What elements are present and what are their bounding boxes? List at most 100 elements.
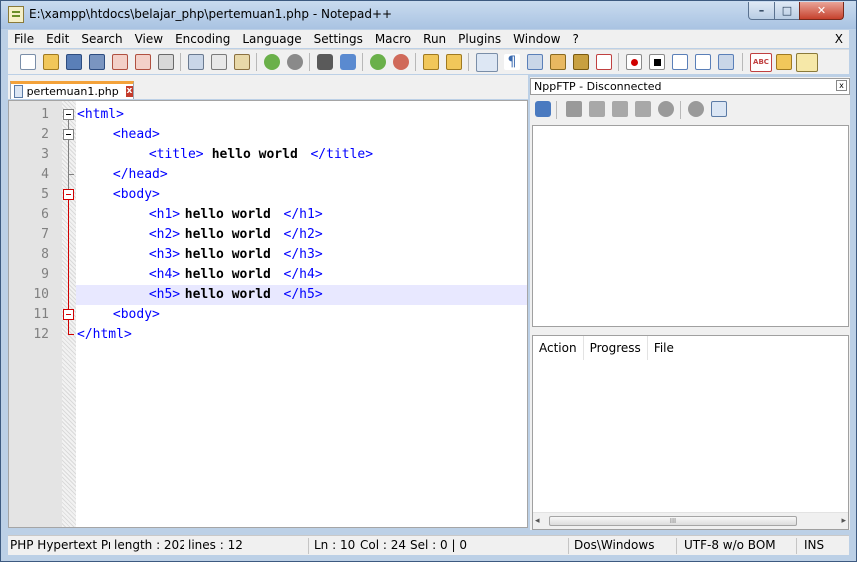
record-macro-icon[interactable] [626,54,642,70]
doc-map-icon[interactable] [573,54,589,70]
menu-edit[interactable]: Edit [40,30,75,48]
menu-file[interactable]: File [8,30,40,48]
menu-view[interactable]: View [129,30,169,48]
zoom-in-icon[interactable] [370,54,386,70]
code-line[interactable]: 7 <h2> hello world </h2> [41,225,527,245]
menu-encoding[interactable]: Encoding [169,30,236,48]
code-line[interactable]: 3 <title> hello world </title> [41,145,527,165]
tab-label: pertemuan1.php [26,85,119,98]
folder-workspace-icon[interactable] [776,54,792,70]
menu-macro[interactable]: Macro [369,30,417,48]
paste-icon[interactable] [234,54,250,70]
save-macro-icon[interactable] [718,54,734,70]
tab-close-icon[interactable]: x [125,86,133,97]
refresh-icon[interactable] [635,101,651,117]
menu-window[interactable]: Window [507,30,566,48]
open-tag: <html> [77,107,124,122]
document-tab-bar: pertemuan1.php x [8,75,528,99]
scroll-right-icon[interactable]: ▸ [841,516,846,526]
queue-col-progress[interactable]: Progress [584,336,648,360]
code-editor[interactable]: 1 <html> 2 <head> 3 <title> hello world </title… [8,100,528,528]
title-bar[interactable]: E:\xampp\htdocs\belajar_php\pertemuan1.p… [1,1,856,29]
open-tag: <head> [112,127,160,142]
queue-col-file[interactable]: File [648,336,680,360]
fold-toggle-icon[interactable] [63,309,74,320]
replace-icon[interactable] [340,54,356,70]
sync-horizontal-icon[interactable] [446,54,462,70]
maximize-button[interactable]: □ [774,2,800,20]
fold-end-active [68,334,74,335]
code-line[interactable]: 9 <h4> hello world </h4> [41,265,527,285]
code-line[interactable]: 12 </html> [33,325,527,345]
code-line[interactable]: 1 <html> [41,105,527,125]
fold-toggle-icon[interactable] [63,109,74,120]
fold-toggle-icon[interactable] [63,189,74,200]
upload-icon[interactable] [612,101,628,117]
zoom-out-icon[interactable] [393,54,409,70]
close-window-button[interactable]: ✕ [799,2,844,20]
close-tag: </h1> [283,207,323,222]
close-icon[interactable] [112,54,128,70]
show-all-chars-icon[interactable]: ¶ [504,54,520,70]
nppftp-toolbar [530,96,850,122]
find-icon[interactable] [317,54,333,70]
text-content: hello world [184,267,271,282]
word-wrap-icon[interactable] [476,53,498,72]
redo-icon[interactable] [287,54,303,70]
code-line[interactable]: 10 <h5> hello world </h5> [33,285,527,305]
menu-run[interactable]: Run [417,30,452,48]
function-list-icon[interactable] [596,54,612,70]
download-icon[interactable] [589,101,605,117]
user-language-icon[interactable] [550,54,566,70]
save-icon[interactable] [66,54,82,70]
scroll-thumb[interactable]: III [549,516,797,526]
nppftp-toggle-icon[interactable] [796,53,818,72]
copy-icon[interactable] [211,54,227,70]
disconnect-icon[interactable] [566,101,582,117]
scroll-left-icon[interactable]: ◂ [535,516,540,526]
menu-search[interactable]: Search [75,30,128,48]
play-macro-icon[interactable] [672,54,688,70]
code-line[interactable]: 11 <body> [33,305,527,325]
connect-icon[interactable] [535,101,551,117]
stop-record-icon[interactable] [649,54,665,70]
code-line[interactable]: 6 <h1> hello world </h1> [41,205,527,225]
menu-help[interactable]: ? [566,30,584,48]
code-area[interactable]: 1 <html> 2 <head> 3 <title> hello world </title… [33,101,527,527]
status-lines: lines : 12 [188,538,243,552]
indent-guide-icon[interactable] [527,54,543,70]
sync-vertical-icon[interactable] [423,54,439,70]
spell-check-icon[interactable]: ABC [750,53,772,72]
text-content: hello world [184,207,271,222]
menu-language[interactable]: Language [236,30,307,48]
code-line[interactable]: 5 <body> [41,185,527,205]
settings-icon[interactable] [688,101,704,117]
print-icon[interactable] [158,54,174,70]
horizontal-scrollbar[interactable]: ◂ III ▸ [533,512,848,529]
new-file-icon[interactable] [20,54,36,70]
menu-settings[interactable]: Settings [308,30,369,48]
nppftp-title-bar[interactable]: NppFTP - Disconnected x [530,78,850,95]
play-multiple-icon[interactable] [695,54,711,70]
abort-icon[interactable] [658,101,674,117]
open-file-icon[interactable] [43,54,59,70]
code-line[interactable]: 2 <head> [41,125,527,145]
tab-pertemuan1[interactable]: pertemuan1.php x [10,81,134,99]
cut-icon[interactable] [188,54,204,70]
menu-plugins[interactable]: Plugins [452,30,507,48]
save-all-icon[interactable] [89,54,105,70]
queue-col-action[interactable]: Action [533,336,584,360]
open-tag: <h2> [148,227,181,242]
nppftp-panel: NppFTP - Disconnected x Action Progress … [530,77,850,530]
nppftp-queue[interactable]: Action Progress File ◂ III ▸ [532,335,849,530]
code-line[interactable]: 8 <h3> hello world </h3> [41,245,527,265]
nppftp-close-icon[interactable]: x [836,80,847,91]
undo-icon[interactable] [264,54,280,70]
close-document-button[interactable]: X [835,30,843,48]
message-window-icon[interactable] [711,101,727,117]
code-line[interactable]: 4 </head> [41,165,527,185]
fold-toggle-icon[interactable] [63,129,74,140]
minimize-button[interactable]: – [748,2,775,20]
close-all-icon[interactable] [135,54,151,70]
nppftp-file-tree[interactable] [532,125,849,327]
